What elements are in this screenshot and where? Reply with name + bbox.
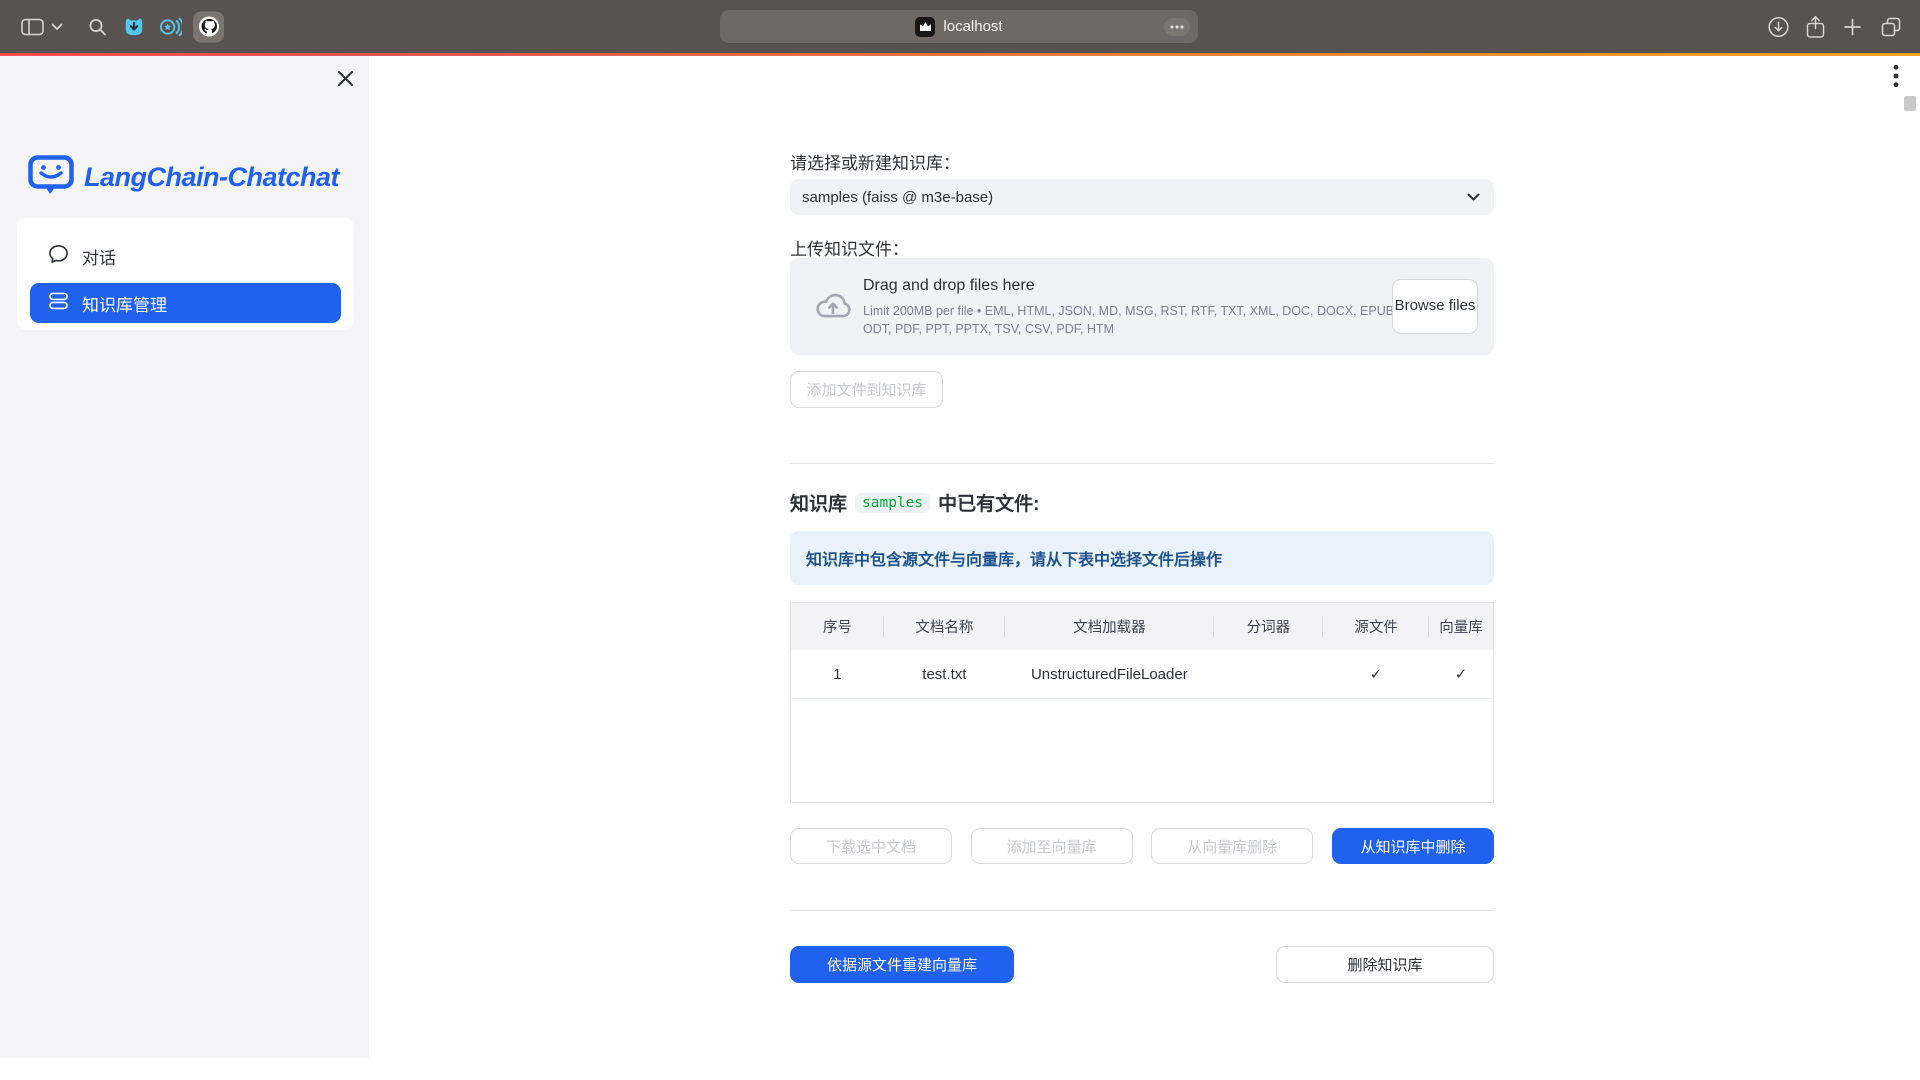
sidebar-close-icon[interactable] bbox=[331, 64, 359, 92]
kb-selected-value: samples (faiss @ m3e-base) bbox=[802, 189, 1467, 206]
delete-kb-button[interactable]: 删除知识库 bbox=[1276, 946, 1494, 983]
logo-text: LangChain-Chatchat bbox=[84, 162, 339, 193]
extension-circles-icon[interactable] bbox=[159, 16, 182, 38]
sidebar-item-label: 知识库管理 bbox=[82, 291, 167, 316]
logo-chat-icon bbox=[28, 155, 74, 200]
extension-cat-icon[interactable] bbox=[123, 16, 145, 38]
cell-index: 1 bbox=[791, 650, 884, 698]
kb-name-code: samples bbox=[855, 493, 930, 513]
chat-bubble-icon bbox=[48, 244, 69, 269]
kb-files-table: 序号 文档名称 文档加载器 分词器 源文件 向量库 1 test.txt Uns… bbox=[790, 602, 1494, 803]
sidebar-item-label: 对话 bbox=[82, 244, 116, 269]
col-header-index: 序号 bbox=[791, 603, 884, 650]
download-selected-button[interactable]: 下载选中文档 bbox=[790, 828, 952, 864]
col-header-loader: 文档加载器 bbox=[1005, 603, 1213, 650]
delete-from-kb-button[interactable]: 从知识库中删除 bbox=[1332, 828, 1494, 864]
sidebar-item-dialogue[interactable]: 对话 bbox=[30, 234, 341, 278]
table-action-buttons: 下载选中文档 添加至向量库 从向量库删除 从知识库中删除 bbox=[790, 828, 1494, 864]
share-icon[interactable] bbox=[1806, 15, 1825, 38]
delete-from-vectorstore-button[interactable]: 从向量库删除 bbox=[1151, 828, 1313, 864]
cloud-upload-icon bbox=[812, 288, 854, 327]
kb-files-heading-suffix: 中已有文件: bbox=[938, 489, 1039, 516]
add-files-to-kb-button[interactable]: 添加文件到知识库 bbox=[790, 371, 943, 408]
dropzone-limit-text: Limit 200MB per file • EML, HTML, JSON, … bbox=[863, 303, 1411, 338]
table-row[interactable]: 1 test.txt UnstructuredFileLoader ✓ ✓ bbox=[791, 650, 1493, 699]
info-alert-text: 知识库中包含源文件与向量库，请从下表中选择文件后操作 bbox=[806, 546, 1222, 570]
kb-files-heading-prefix: 知识库 bbox=[790, 489, 847, 516]
select-chevron-icon bbox=[1467, 188, 1480, 206]
sidebar-item-kb-management[interactable]: 知识库管理 bbox=[30, 283, 341, 323]
table-header-row: 序号 文档名称 文档加载器 分词器 源文件 向量库 bbox=[791, 603, 1493, 650]
browse-files-button[interactable]: Browse files bbox=[1392, 279, 1478, 334]
sidebar-toggle-icon[interactable] bbox=[21, 18, 44, 35]
search-icon[interactable] bbox=[88, 17, 107, 36]
col-header-sourcefile: 源文件 bbox=[1323, 603, 1429, 650]
cell-splitter bbox=[1214, 650, 1324, 698]
file-dropzone[interactable]: Drag and drop files here Limit 200MB per… bbox=[790, 258, 1494, 355]
cell-loader: UnstructuredFileLoader bbox=[1005, 650, 1213, 698]
col-header-splitter: 分词器 bbox=[1214, 603, 1324, 650]
cell-sourcefile-check: ✓ bbox=[1323, 650, 1429, 698]
scrollbar-thumb[interactable] bbox=[1904, 96, 1916, 111]
chevron-down-icon[interactable] bbox=[51, 23, 63, 31]
col-header-docname: 文档名称 bbox=[884, 603, 1005, 650]
show-tabs-icon[interactable] bbox=[1880, 16, 1902, 38]
screen: localhost LangChain-Chatchat bbox=[0, 0, 1920, 1080]
info-alert: 知识库中包含源文件与向量库，请从下表中选择文件后操作 bbox=[790, 531, 1494, 585]
kb-files-heading: 知识库 samples 中已有文件: bbox=[790, 489, 1039, 516]
github-icon[interactable] bbox=[193, 11, 224, 42]
download-icon[interactable] bbox=[1768, 16, 1789, 37]
upload-label: 上传知识文件： bbox=[790, 235, 909, 260]
col-header-vectorstore: 向量库 bbox=[1429, 603, 1493, 650]
divider bbox=[790, 910, 1494, 911]
app-logo: LangChain-Chatchat bbox=[28, 155, 339, 200]
sidebar: LangChain-Chatchat 对话 知识库管理 bbox=[0, 56, 369, 1058]
divider bbox=[790, 463, 1494, 464]
rebuild-vectorstore-button[interactable]: 依据源文件重建向量库 bbox=[790, 946, 1014, 983]
cell-vectorstore-check: ✓ bbox=[1429, 650, 1493, 698]
add-to-vectorstore-button[interactable]: 添加至向量库 bbox=[971, 828, 1133, 864]
kb-selectbox[interactable]: samples (faiss @ m3e-base) bbox=[790, 179, 1494, 215]
app-kebab-menu-icon[interactable] bbox=[1884, 62, 1908, 90]
dropzone-title: Drag and drop files here bbox=[863, 277, 1035, 295]
main-content: 请选择或新建知识库： samples (faiss @ m3e-base) 上传… bbox=[790, 0, 1494, 1080]
cell-docname: test.txt bbox=[884, 650, 1005, 698]
knowledge-base-icon bbox=[48, 291, 69, 316]
sidebar-nav: 对话 知识库管理 bbox=[17, 218, 354, 330]
new-tab-icon[interactable] bbox=[1843, 17, 1862, 36]
kb-select-label: 请选择或新建知识库： bbox=[790, 149, 960, 174]
